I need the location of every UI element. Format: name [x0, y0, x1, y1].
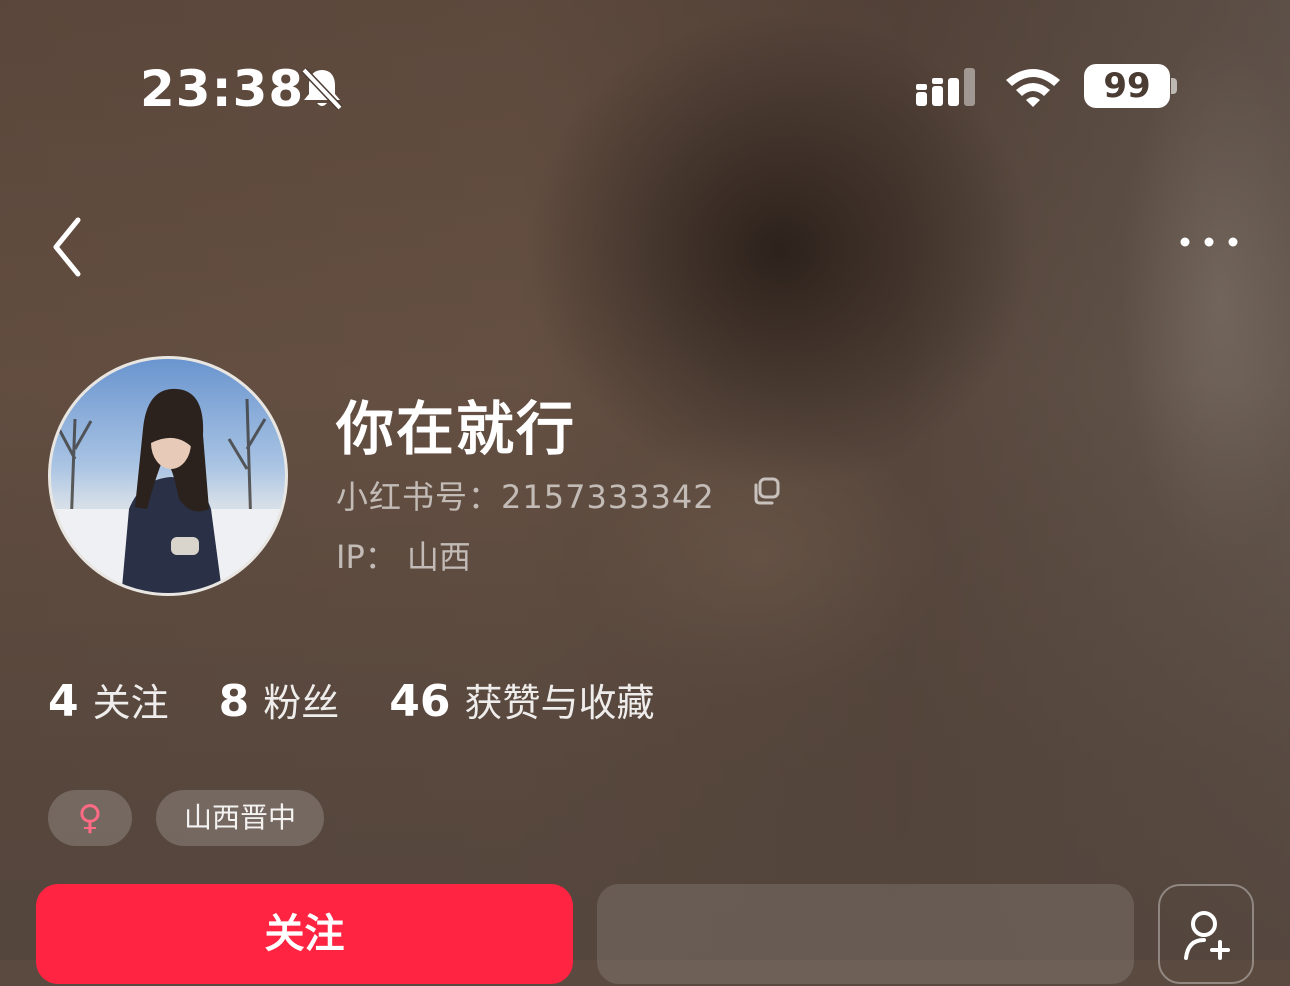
more-horizontal-icon [1180, 237, 1238, 247]
stat-number: 4 [48, 676, 79, 727]
message-button[interactable] [597, 884, 1134, 984]
ip-location: 山西 [406, 538, 471, 576]
copy-icon[interactable] [752, 477, 780, 505]
ip-location-row: IP： 山西 [336, 532, 471, 578]
stat-likes-collections[interactable]: 46 获赞与收藏 [389, 672, 654, 727]
location-tag: 山西晋中 [156, 790, 324, 846]
wifi-icon [1006, 69, 1060, 107]
gender-tag: ♀ [48, 790, 132, 846]
follow-button[interactable]: 关注 [36, 884, 573, 984]
battery-indicator: 99 [1084, 64, 1170, 108]
avatar-image [51, 388, 285, 593]
signal-icon [916, 68, 975, 106]
add-friend-button[interactable] [1158, 884, 1254, 984]
profile-stats: 4 关注 8 粉丝 46 获赞与收藏 [48, 672, 705, 727]
stat-label: 获赞与收藏 [464, 681, 655, 725]
status-time: 23:38 [140, 60, 305, 118]
redbook-id-label: 小红书号： [336, 478, 502, 516]
chevron-left-icon [53, 217, 81, 277]
stat-following[interactable]: 4 关注 [48, 672, 169, 727]
avatar[interactable] [48, 356, 288, 596]
stat-number: 8 [218, 676, 250, 727]
stat-label: 关注 [92, 681, 169, 725]
username: 你在就行 [336, 395, 577, 463]
redbook-id-row: 小红书号：2157333342 [336, 472, 715, 518]
stat-number: 46 [389, 676, 451, 727]
battery-tip [1171, 78, 1177, 94]
stat-followers[interactable]: 8 粉丝 [219, 672, 340, 727]
redbook-id-value[interactable]: 2157333342 [501, 478, 715, 516]
add-user-icon [1184, 911, 1230, 960]
ip-label: IP： [336, 538, 397, 576]
more-button[interactable] [1176, 228, 1242, 256]
bell-muted-icon [301, 67, 343, 110]
stat-label: 粉丝 [263, 681, 340, 725]
back-button[interactable] [44, 214, 98, 280]
